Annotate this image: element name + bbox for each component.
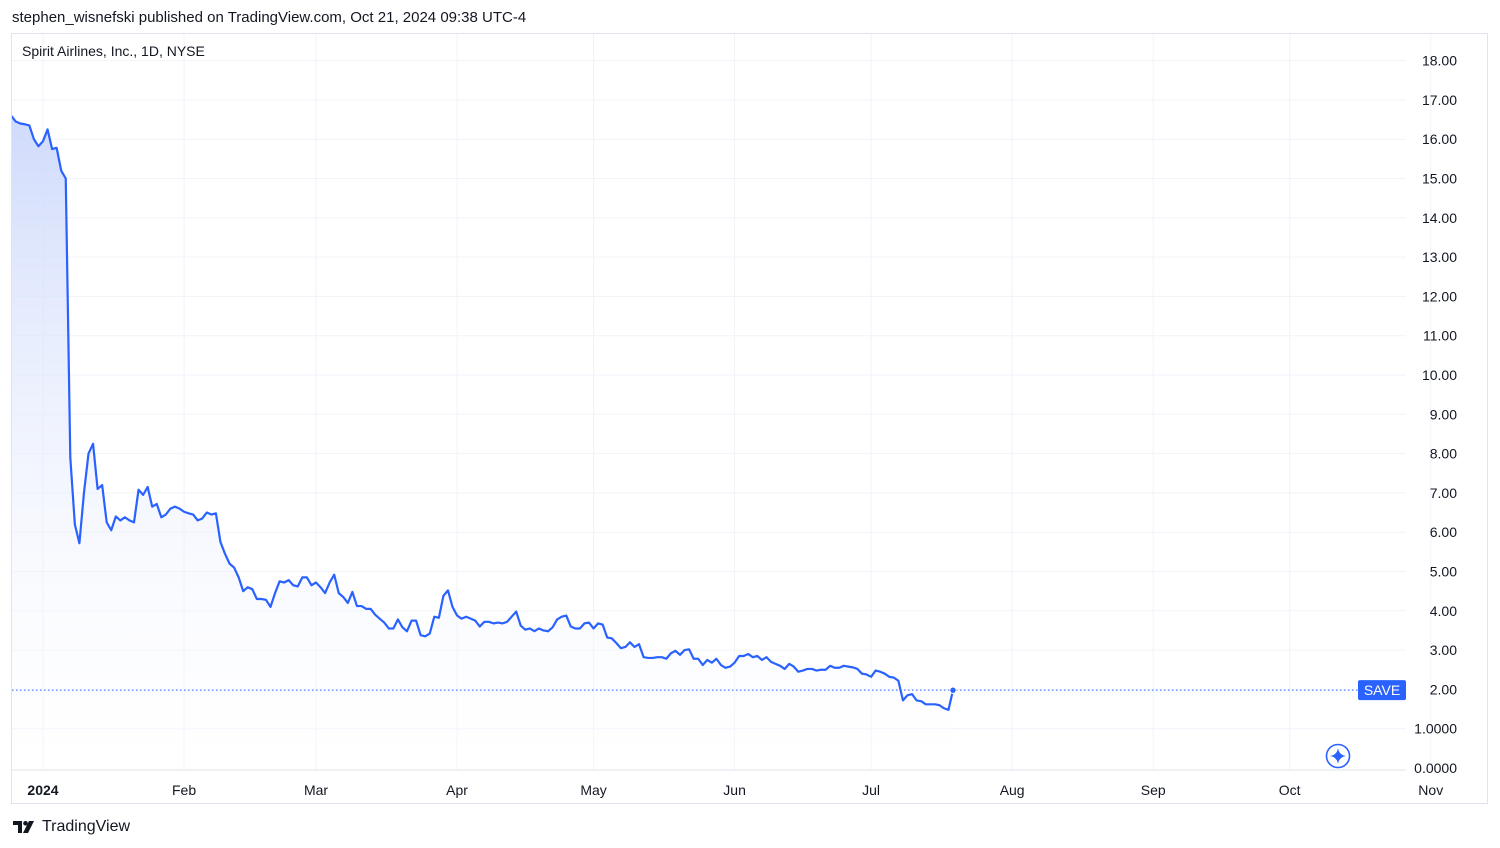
y-tick-label: 9.00 [1430, 406, 1457, 422]
last-price-point [949, 686, 957, 694]
x-tick-label: Oct [1279, 782, 1301, 798]
y-tick-label: 2.00 [1430, 681, 1457, 697]
x-tick-label: May [580, 782, 606, 798]
x-tick-label: Feb [172, 782, 196, 798]
y-tick-label: 11.00 [1423, 328, 1457, 344]
x-tick-label: Jun [723, 782, 746, 798]
y-tick-label: 3.00 [1430, 642, 1457, 658]
y-tick-label: 10.00 [1422, 367, 1457, 383]
y-tick-label: 17.00 [1422, 92, 1457, 108]
price-badge: SAVE [1358, 680, 1406, 701]
price-chart[interactable]: 0.0000 1.0000 2.00 3.00 4.00 5.00 6.00 7.00 8.00… [0, 0, 1500, 848]
x-tick-label: 2024 [27, 782, 58, 798]
y-tick-label: 14.00 [1422, 210, 1457, 226]
y-tick-label: 12.00 [1422, 288, 1457, 304]
x-tick-label: Apr [446, 782, 468, 798]
price-badge-label: SAVE [1364, 682, 1400, 698]
y-tick-label: 13.00 [1422, 249, 1457, 265]
tradingview-brand[interactable]: TradingView [12, 818, 130, 836]
tradingview-logo-icon [13, 821, 34, 833]
y-axis: 0.0000 1.0000 2.00 3.00 4.00 5.00 6.00 7.00 8.00… [1414, 53, 1457, 776]
x-tick-label: Sep [1141, 782, 1166, 798]
x-tick-label: Aug [1000, 782, 1025, 798]
y-tick-label: 0.0000 [1414, 760, 1457, 776]
y-tick-label: 8.00 [1430, 446, 1457, 462]
y-tick-label: 5.00 [1430, 564, 1457, 580]
symbol-title: Spirit Airlines, Inc., 1D, NYSE [22, 43, 205, 59]
y-tick-label: 4.00 [1430, 603, 1457, 619]
x-axis: 2024 Feb Mar Apr May Jun Jul Aug Sep Oct Nov [27, 782, 1443, 798]
brand-name: TradingView [42, 818, 131, 835]
y-tick-label: 15.00 [1422, 171, 1457, 187]
y-tick-label: 16.00 [1422, 131, 1457, 147]
x-tick-label: Nov [1418, 782, 1443, 798]
x-tick-label: Jul [862, 782, 880, 798]
y-tick-label: 1.0000 [1414, 721, 1457, 737]
x-tick-label: Mar [304, 782, 328, 798]
y-tick-label: 18.00 [1422, 53, 1457, 69]
y-tick-label: 6.00 [1430, 524, 1457, 540]
sparkle-button[interactable] [1325, 743, 1351, 769]
y-tick-label: 7.00 [1430, 485, 1457, 501]
